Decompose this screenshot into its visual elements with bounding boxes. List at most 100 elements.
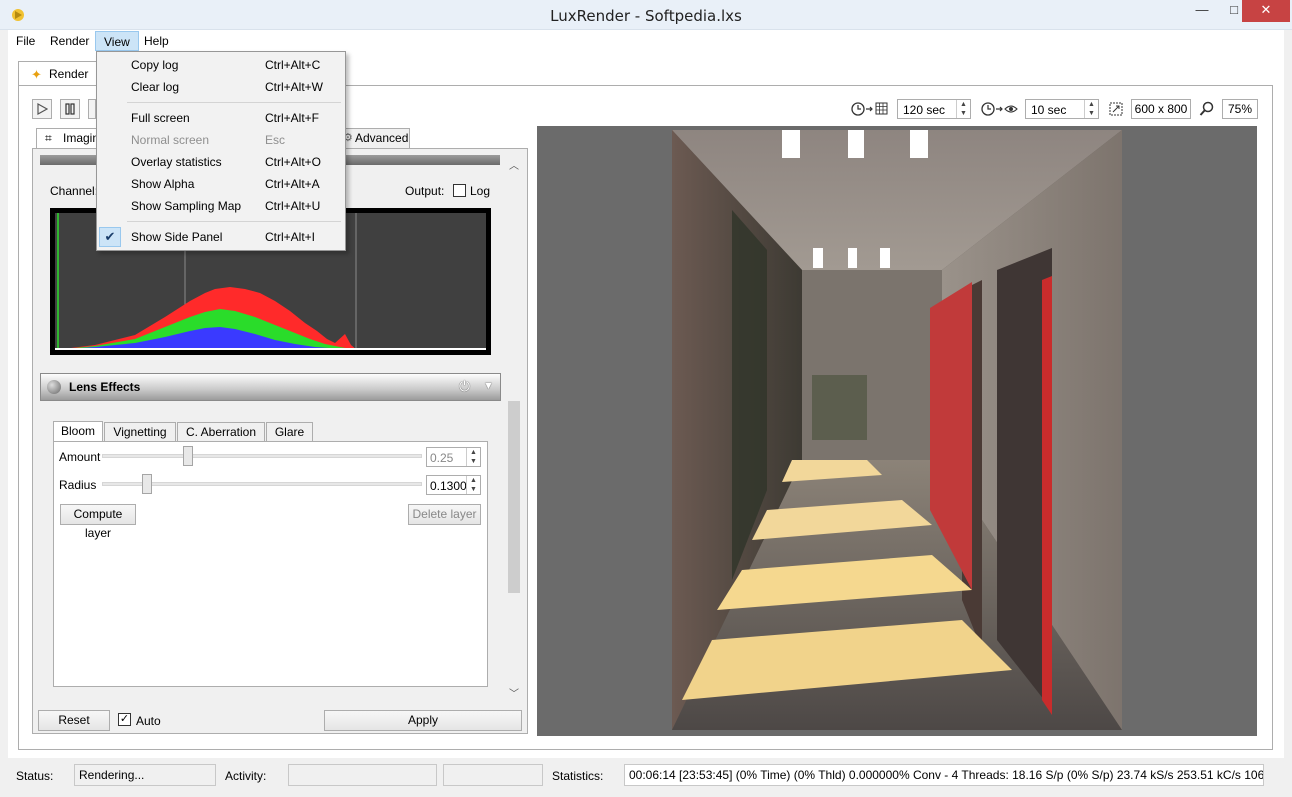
stop-button[interactable] [88,99,96,119]
statistics-value: 00:06:14 [23:53:45] (0% Time) (0% Thld) … [624,764,1264,786]
amount-slider-thumb[interactable] [182,446,193,466]
view-menu-dropdown: Copy log Ctrl+Alt+C Clear log Ctrl+Alt+W… [96,51,346,251]
menu-separator [127,102,341,103]
menu-item-label: Full screen [131,111,190,125]
menu-item-label: Copy log [131,58,179,72]
statistics-label: Statistics: [552,769,604,783]
check-icon: ✔ [99,227,121,247]
menu-item-shortcut: Ctrl+Alt+C [265,58,321,72]
amount-spinbox-arrows[interactable]: ▲ ▼ [466,448,480,466]
window-title: LuxRender - Softpedia.lxs [550,7,742,25]
menu-render[interactable]: Render [42,31,97,51]
menu-item-show-side-panel[interactable]: ✔ Show Side Panel Ctrl+Alt+I [97,226,345,248]
menu-item-label: Show Alpha [131,177,195,191]
render-tab-icon: ✦ [31,67,42,82]
crop-icon: ⌗ [45,131,52,145]
radius-spinbox-arrows[interactable]: ▲ ▼ [466,476,480,494]
amount-spinbox[interactable]: 0.25 ▲ ▼ [426,447,481,467]
menu-item-copy-log[interactable]: Copy log Ctrl+Alt+C [97,54,345,76]
tab-glare[interactable]: Glare [266,422,313,442]
tab-advanced[interactable]: ⚙ Advanced [343,128,410,149]
display-interval-value: 10 sec [1031,103,1067,117]
menu-item-label: Show Side Panel [131,230,223,244]
menu-item-shortcut: Ctrl+Alt+U [265,199,321,213]
status-value: Rendering... [74,764,216,786]
channel-label: Channel: [50,184,99,198]
amount-label: Amount [59,450,101,464]
menu-item-clear-log[interactable]: Clear log Ctrl+Alt+W [97,76,345,98]
menu-view[interactable]: View [95,31,139,51]
menu-item-full-screen[interactable]: Full screen Ctrl+Alt+F [97,107,345,129]
status-label: Status: [16,769,54,783]
tab-vignetting[interactable]: Vignetting [104,422,176,442]
pause-icon [65,103,75,115]
lens-effects-header[interactable]: Lens Effects ⏻ ▼ [40,373,501,401]
display-interval-arrows[interactable]: ▲ ▼ [1084,100,1098,118]
menu-item-shortcut: Ctrl+Alt+I [265,230,316,244]
tab-render-label: Render [49,67,89,81]
log-checkbox[interactable] [453,184,466,197]
menu-item-label: Show Sampling Map [131,199,242,213]
scroll-down-icon[interactable]: ﹀ [509,685,519,700]
auto-label: Auto [136,714,161,728]
menu-item-shortcut: Esc [265,133,286,147]
pause-button[interactable] [60,99,80,119]
halt-time-spinbox[interactable]: 120 sec ▲ ▼ [897,99,971,119]
menu-item-overlay-statistics[interactable]: Overlay statistics Ctrl+Alt+O [97,151,345,173]
menu-separator [127,221,341,222]
play-button[interactable] [32,99,52,119]
halt-time-value: 120 sec [903,103,946,117]
tab-bloom[interactable]: Bloom [53,421,103,442]
menu-item-shortcut: Ctrl+Alt+A [265,177,320,191]
tab-render[interactable]: ✦ Render [18,61,98,86]
reset-button[interactable]: Reset [38,710,110,731]
radius-label: Radius [59,478,97,492]
halt-time-arrows[interactable]: ▲ ▼ [956,100,970,118]
amount-slider-track[interactable] [102,454,422,458]
progress-box [443,764,543,786]
menu-item-show-sampling-map[interactable]: Show Sampling Map Ctrl+Alt+U [97,195,345,217]
side-panel-scrollbar[interactable]: ︿ ﹀ [506,155,522,703]
timer-to-eye-icon [981,102,1018,116]
play-icon [37,102,49,116]
apply-button[interactable]: Apply [324,710,522,731]
menu-help[interactable]: Help [136,31,177,51]
timer-to-grid-icon [851,102,888,116]
menu-item-show-alpha[interactable]: Show Alpha Ctrl+Alt+A [97,173,345,195]
menu-item-shortcut: Ctrl+Alt+W [265,80,324,94]
lens-effects-title: Lens Effects [69,380,141,394]
menu-item-label: Normal screen [131,133,210,147]
resize-icon[interactable] [1108,101,1124,117]
corridor-render [672,130,1122,730]
menu-item-shortcut: Ctrl+Alt+F [265,111,320,125]
radius-value: 0.1300 [430,479,467,493]
rendered-image [672,130,1122,730]
bloom-panel [53,441,488,687]
radius-spinbox[interactable]: 0.1300 ▲ ▼ [426,475,481,495]
menu-item-shortcut: Ctrl+Alt+O [265,155,322,169]
display-interval-spinbox[interactable]: 10 sec ▲ ▼ [1025,99,1099,119]
output-label: Output: [405,184,445,198]
log-label: Log [470,184,491,198]
power-icon[interactable]: ⏻ [459,378,470,395]
scroll-up-icon[interactable]: ︿ [509,157,519,172]
tab-imaging[interactable]: ⌗ Imagin [36,128,100,149]
menu-file[interactable]: File [8,31,43,51]
chevron-down-icon[interactable]: ▼ [483,380,494,392]
zoom-readout: 75% [1222,99,1258,119]
magnifier-icon[interactable] [1199,101,1215,117]
tab-advanced-label: Advanced [355,131,409,145]
tab-chromatic-aberration[interactable]: C. Aberration [177,422,265,442]
menu-item-normal-screen: Normal screen Esc [97,129,345,151]
delete-layer-button[interactable]: Delete layer [408,504,481,525]
amount-value: 0.25 [430,451,454,465]
auto-checkbox[interactable]: ✓ [118,713,131,726]
title-bar: LuxRender - Softpedia.lxs — □ ✕ [0,0,1292,30]
compute-layer-button[interactable]: Compute layer [60,504,136,540]
radius-slider-thumb[interactable] [142,474,153,494]
activity-box [288,764,437,786]
resolution-readout: 600 x 800 [1131,99,1191,119]
close-button[interactable]: ✕ [1242,0,1290,22]
tab-imaging-label: Imagin [63,131,100,145]
scrollbar-thumb[interactable] [508,401,520,593]
